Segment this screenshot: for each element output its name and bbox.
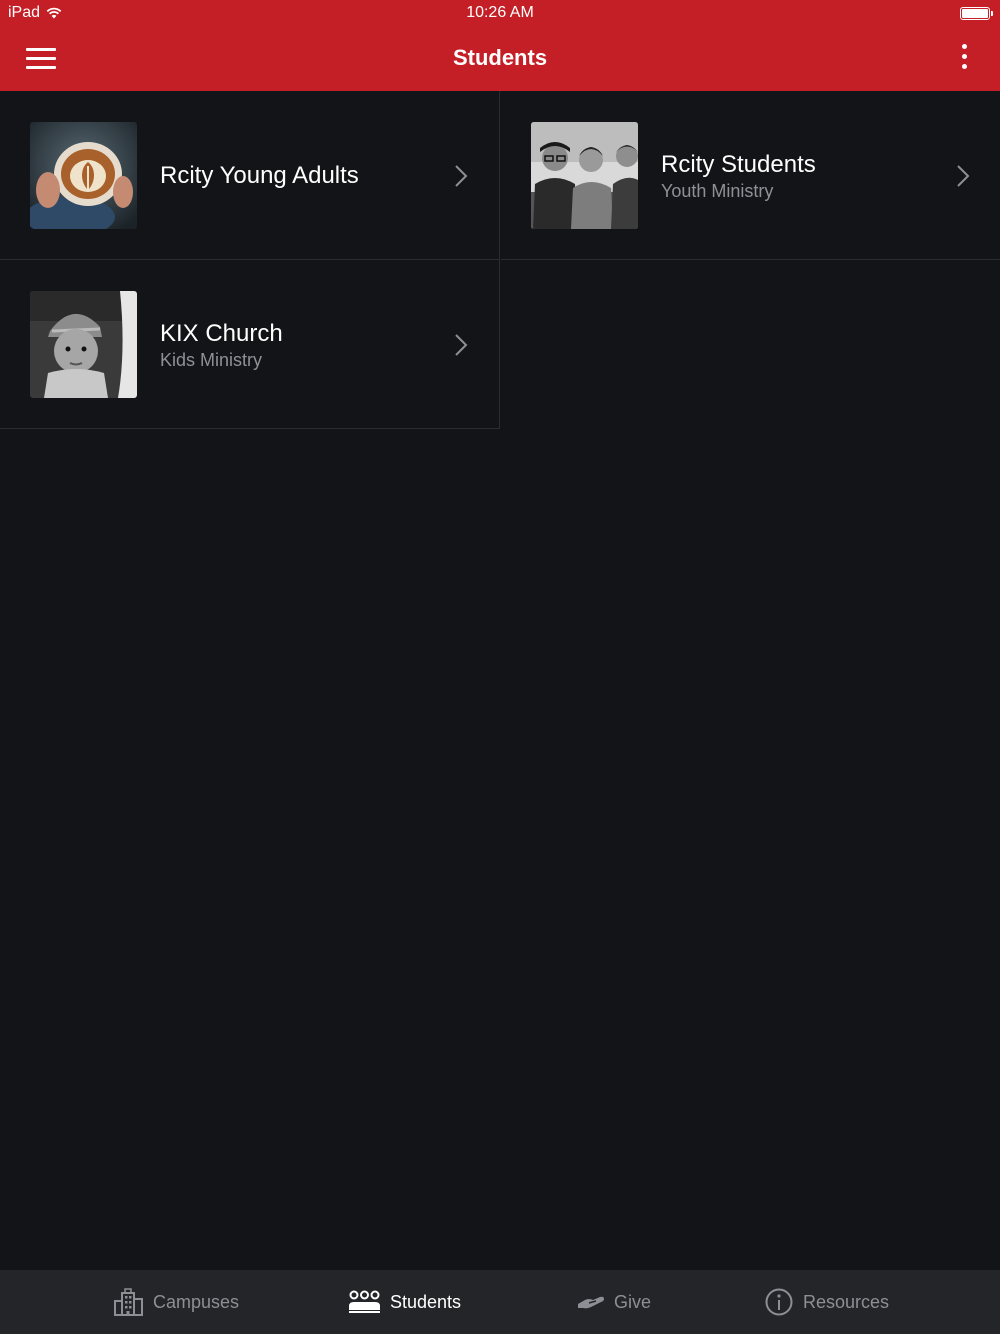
group-title: Rcity Young Adults — [160, 162, 359, 189]
group-subtitle: Kids Ministry — [160, 350, 263, 370]
more-options-icon[interactable] — [958, 44, 970, 74]
tab-label: Students — [390, 1291, 462, 1312]
navigation-bar: Students — [0, 27, 1000, 91]
students-photo-thumbnail — [531, 122, 638, 229]
info-icon — [765, 1288, 793, 1316]
tab-campuses[interactable]: Campuses — [114, 1270, 239, 1334]
page-title: Students — [452, 45, 548, 70]
group-card-rcity-young-adults[interactable]: Rcity Young Adults — [0, 91, 500, 260]
battery-icon — [960, 7, 993, 20]
group-card-rcity-students[interactable]: Rcity Students Youth Ministry — [501, 91, 1000, 260]
group-title: Rcity Students — [661, 151, 816, 178]
giving-hand-icon — [578, 1296, 604, 1309]
chevron-right-icon — [455, 334, 468, 356]
tab-students[interactable]: Students — [348, 1270, 461, 1334]
tab-label: Give — [614, 1291, 652, 1312]
group-subtitle: Youth Ministry — [661, 181, 774, 201]
status-bar: iPad 10:26 AM — [0, 0, 1000, 27]
group-card-kix-church[interactable]: KIX Church Kids Ministry — [0, 260, 500, 429]
group-title: KIX Church — [160, 320, 283, 347]
tab-label: Campuses — [153, 1291, 240, 1312]
building-icon — [114, 1288, 143, 1316]
group-icon — [349, 1290, 380, 1313]
chevron-right-icon — [455, 165, 468, 187]
tab-resources[interactable]: Resources — [764, 1270, 889, 1334]
tab-give[interactable]: Give — [577, 1270, 651, 1334]
clock: 10:26 AM — [466, 4, 534, 21]
kids-photo-thumbnail — [30, 291, 137, 398]
latte-art-thumbnail — [30, 122, 137, 229]
tab-bar: Campuses Students Give Resources — [0, 1270, 1000, 1334]
chevron-right-icon — [957, 165, 970, 187]
tab-label: Resources — [803, 1291, 890, 1312]
